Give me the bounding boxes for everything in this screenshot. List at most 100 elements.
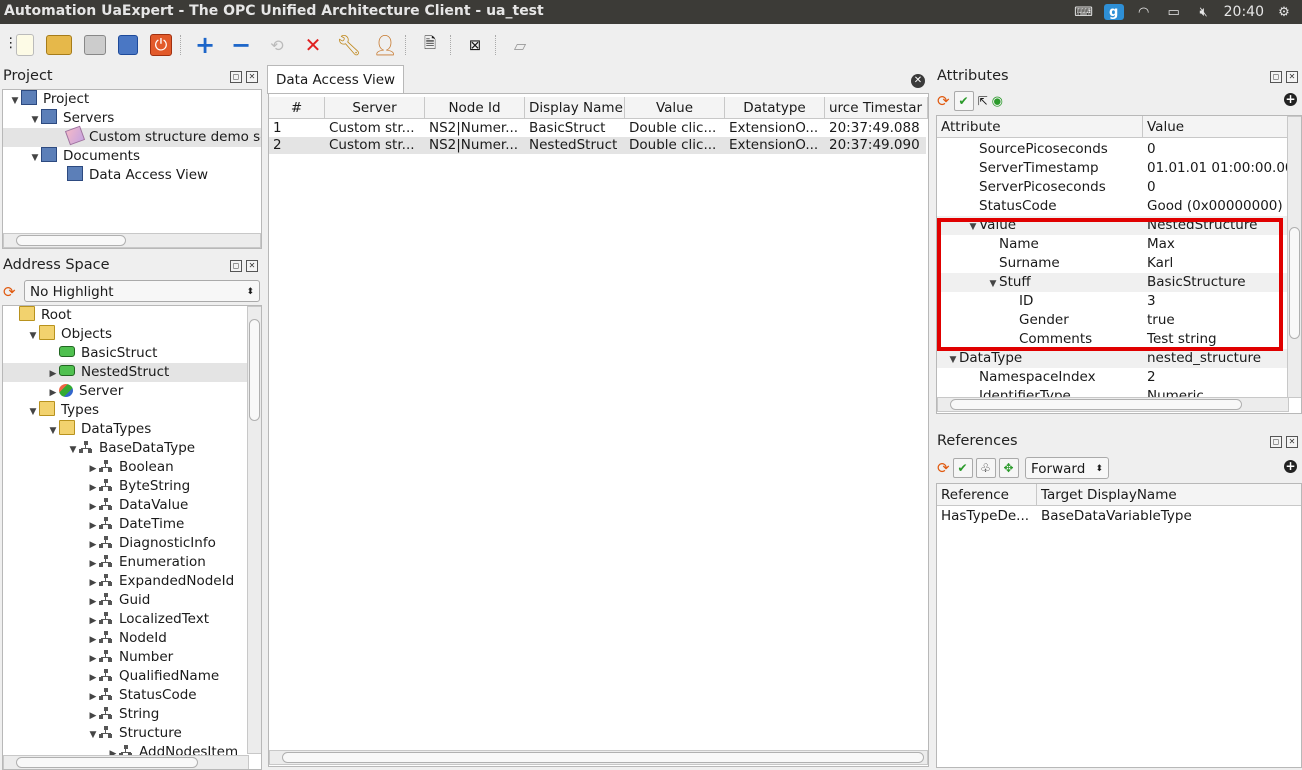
target-displayname-cell[interactable]: BaseDataVariableType <box>1037 508 1297 525</box>
check-icon[interactable]: ✔ <box>952 458 973 478</box>
tree-item[interactable]: ▼ BaseDataType <box>3 439 247 458</box>
save-icon[interactable] <box>84 35 106 55</box>
power-icon[interactable]: ⏻ <box>150 34 172 56</box>
expanded-arrow-icon[interactable]: ▼ <box>9 92 21 111</box>
close-tab-icon[interactable]: ✕ <box>911 74 925 88</box>
tree-item[interactable]: ▶ LocalizedText <box>3 610 247 629</box>
reference-direction-select[interactable]: Forward ⬍ <box>1025 457 1109 479</box>
tree-item[interactable]: ▶ Server <box>3 382 247 401</box>
float-icon[interactable]: ◻ <box>1270 71 1282 83</box>
gear-icon[interactable]: ⚙ <box>1274 4 1294 20</box>
target-icon[interactable]: ◉ <box>992 94 1003 109</box>
tree-item[interactable]: ▶ Enumeration <box>3 553 247 572</box>
wifi-icon[interactable]: ◠ <box>1134 4 1154 20</box>
tab-data-access-view[interactable]: Data Access View <box>267 65 405 94</box>
tree-item[interactable]: ▼ Types <box>3 401 247 420</box>
tree-item[interactable]: ▶ NodeId <box>3 629 247 648</box>
scroll-thumb[interactable] <box>282 752 924 763</box>
attribute-value-cell[interactable]: 0 <box>1143 178 1288 197</box>
eraser-icon[interactable]: ▱ <box>508 33 532 57</box>
highlight-select[interactable]: No Highlight ⬍ <box>24 280 260 302</box>
refresh-icon[interactable]: ⟳ <box>3 283 16 301</box>
table-cell[interactable]: NS2|Numer... <box>425 137 525 154</box>
tree-item[interactable]: ▶ Guid <box>3 591 247 610</box>
table-cell[interactable]: 20:37:49.088 <box>825 120 928 137</box>
tree-item[interactable]: ▶ ExpandedNodeId <box>3 572 247 591</box>
table-cell[interactable]: ExtensionO... <box>725 137 825 154</box>
column-header-reference[interactable]: Reference <box>937 484 1037 506</box>
tree-item-data-access-view[interactable]: Data Access View <box>67 166 208 185</box>
table-cell[interactable]: NestedStruct <box>525 137 625 154</box>
attributes-hscrollbar[interactable] <box>937 397 1289 412</box>
column-header[interactable]: Node Id <box>425 97 525 119</box>
column-header[interactable]: # <box>269 97 325 119</box>
clock[interactable]: 20:40 <box>1224 4 1264 20</box>
attribute-value-cell[interactable]: nested_structure <box>1143 349 1288 368</box>
data-access-hscrollbar[interactable] <box>269 750 928 765</box>
column-header[interactable]: urce Timestar <box>825 97 928 119</box>
attribute-name-cell[interactable]: SourcePicoseconds <box>937 140 1143 159</box>
close-icon[interactable]: ✕ <box>246 260 258 272</box>
tree-item[interactable]: ▼ DataTypes <box>3 420 247 439</box>
close-icon[interactable]: ✕ <box>246 71 258 83</box>
column-header[interactable]: Datatype <box>725 97 825 119</box>
keyboard-icon[interactable]: ⌨ <box>1074 4 1094 20</box>
table-cell[interactable]: Double clic... <box>625 120 725 137</box>
tree-item[interactable]: ▶ DateTime <box>3 515 247 534</box>
input-method-icon[interactable]: g <box>1103 4 1124 20</box>
cursor-icon[interactable]: ⇱ <box>978 94 988 108</box>
column-header[interactable]: Value <box>625 97 725 119</box>
new-file-icon[interactable] <box>16 34 34 56</box>
add-reference-icon[interactable]: + <box>1284 460 1297 473</box>
tree-item-servers[interactable]: ▼ Servers <box>29 109 114 128</box>
attribute-name-cell[interactable]: NamespaceIndex <box>937 368 1143 387</box>
attribute-value-cell[interactable]: 0 <box>1143 140 1288 159</box>
table-cell[interactable]: 1 <box>269 120 325 137</box>
tree-item[interactable]: ▶ String <box>3 705 247 724</box>
table-cell[interactable]: NS2|Numer... <box>425 120 525 137</box>
table-cell[interactable]: Custom str... <box>325 137 425 154</box>
close-icon[interactable]: ✕ <box>1286 71 1298 83</box>
tree-item[interactable]: Root <box>3 306 247 325</box>
tree-item[interactable]: ▶ QualifiedName <box>3 667 247 686</box>
tree-item[interactable]: ▶ StatusCode <box>3 686 247 705</box>
hierarchy-icon[interactable]: ♧ <box>975 458 996 478</box>
column-header-value[interactable]: Value <box>1143 116 1288 138</box>
open-folder-icon[interactable] <box>46 35 72 55</box>
column-header[interactable]: Server <box>325 97 425 119</box>
attribute-name-cell[interactable]: ▼ DataType <box>937 349 1143 368</box>
battery-icon[interactable]: ▭ <box>1164 4 1184 20</box>
attribute-name-cell[interactable]: ServerTimestamp <box>937 159 1143 178</box>
table-cell[interactable]: Custom str... <box>325 120 425 137</box>
user-icon[interactable]: 👤︎ <box>372 33 397 57</box>
tree-item[interactable]: ▼ Objects <box>3 325 247 344</box>
expanded-arrow-icon[interactable]: ▼ <box>947 351 959 368</box>
tree-item[interactable]: ▼ Structure <box>3 724 247 743</box>
attribute-name-cell[interactable]: ServerPicoseconds <box>937 178 1143 197</box>
toolbar-grip[interactable]: ⋮ <box>4 35 18 55</box>
scroll-thumb[interactable] <box>16 757 198 768</box>
attribute-value-cell[interactable]: 2 <box>1143 368 1288 387</box>
tree-item[interactable]: BasicStruct <box>3 344 247 363</box>
tree-item[interactable]: ▶ ByteString <box>3 477 247 496</box>
tree-item[interactable]: ▶ DataValue <box>3 496 247 515</box>
scroll-thumb[interactable] <box>16 235 126 246</box>
tree-item-documents[interactable]: ▼ Documents <box>29 147 140 166</box>
refresh-icon[interactable]: ⟳ <box>937 92 950 110</box>
add-icon[interactable]: + <box>193 31 217 59</box>
connect-icon[interactable]: ⟲ <box>265 33 289 57</box>
table-cell[interactable]: 20:37:49.090 <box>825 137 928 154</box>
column-header-target[interactable]: Target DisplayName <box>1037 484 1301 506</box>
edit-icon[interactable] <box>118 35 138 55</box>
tree-item[interactable]: ▶ Boolean <box>3 458 247 477</box>
address-vscrollbar[interactable] <box>247 306 261 754</box>
tree-item-server-instance[interactable]: Custom structure demo se <box>3 125 261 147</box>
float-icon[interactable]: ◻ <box>1270 436 1282 448</box>
remove-icon[interactable]: − <box>229 31 253 59</box>
document-icon[interactable]: 🗎 <box>418 33 442 57</box>
table-cell[interactable]: Double clic... <box>625 137 725 154</box>
attribute-name-cell[interactable]: StatusCode <box>937 197 1143 216</box>
add-attribute-icon[interactable]: + <box>1284 93 1297 106</box>
scroll-thumb[interactable] <box>249 319 260 421</box>
volume-muted-icon[interactable]: 🔇︎ <box>1194 4 1214 20</box>
